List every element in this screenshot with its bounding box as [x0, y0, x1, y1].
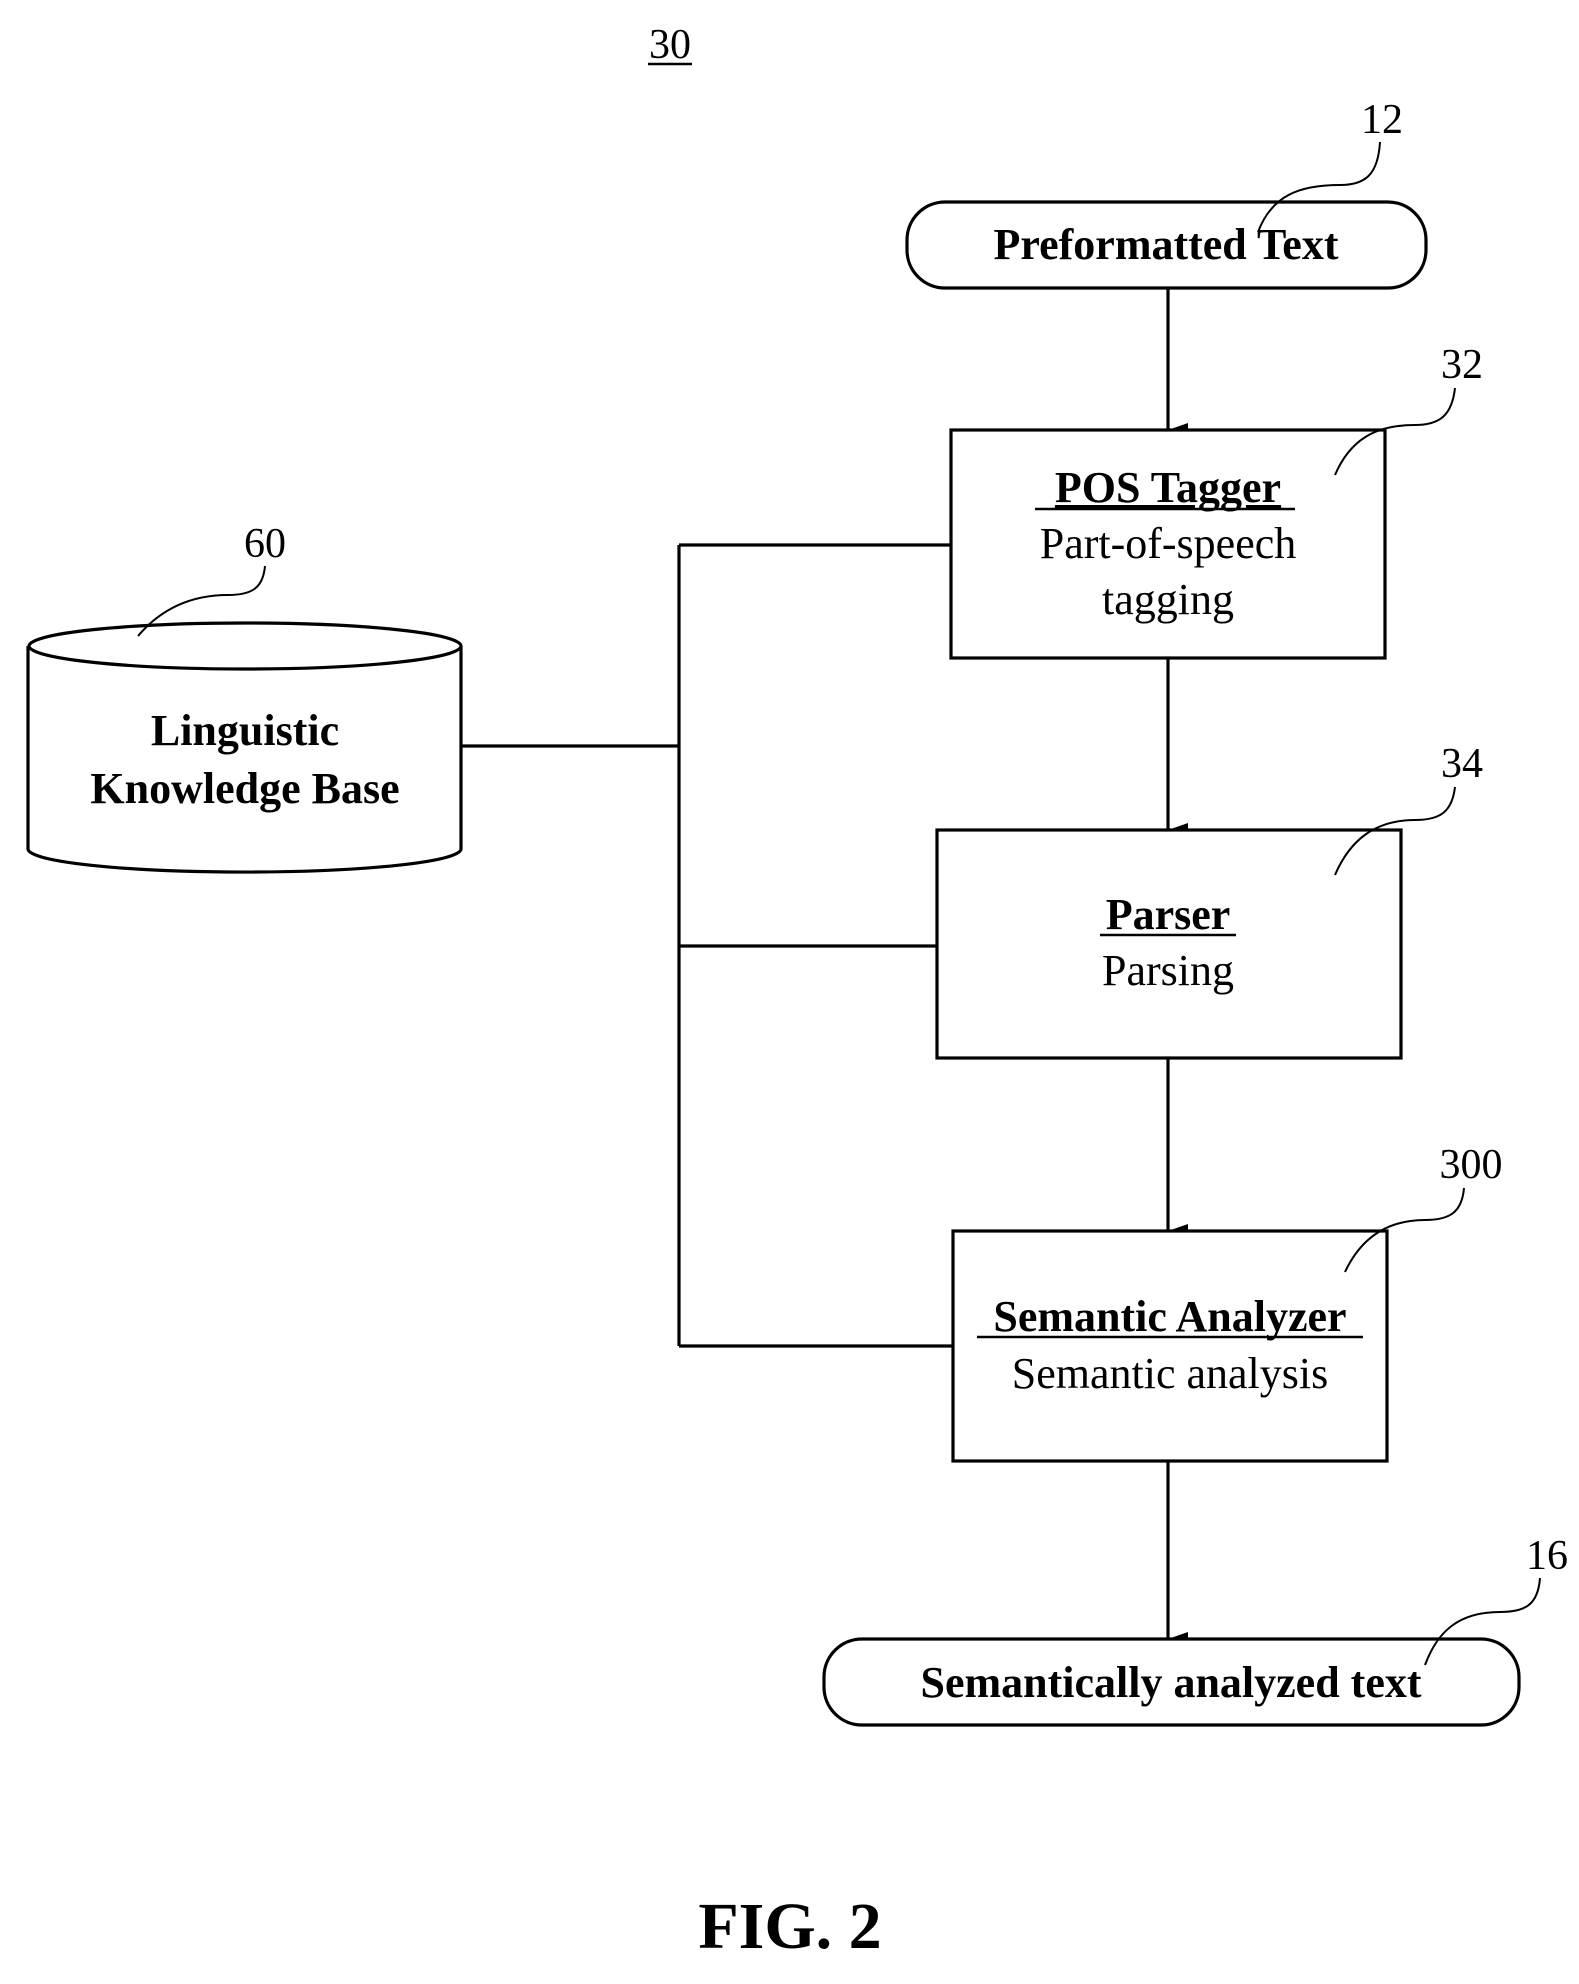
ref-label-34: 34: [1441, 741, 1483, 787]
preformatted-text-label: Preformatted Text: [994, 220, 1339, 269]
node-pos-tagger: POS Tagger Part-of-speech tagging 32: [949, 342, 1483, 660]
output-label: Semantically analyzed text: [920, 1658, 1421, 1707]
parser-title: Parser: [1106, 890, 1231, 939]
diagram-canvas: 30 Preformatted Text 12 POS Tagger Part-…: [26, 22, 1568, 1963]
ref-label-12: 12: [1361, 97, 1403, 143]
semantic-analyzer-box: [951, 1229, 1389, 1463]
node-parser: Parser Parsing 34: [935, 741, 1483, 1060]
ref-label-16: 16: [1526, 1533, 1568, 1579]
figure-ref-number: 30: [649, 22, 691, 68]
node-preformatted-text: Preformatted Text 12: [905, 97, 1428, 290]
node-semantic-analyzer: Semantic Analyzer Semantic analysis 300: [951, 1142, 1503, 1463]
database-cylinder-top: [27, 621, 463, 671]
ref-label-32: 32: [1441, 342, 1483, 388]
database-cylinder-body: [26, 646, 463, 874]
node-semantically-analyzed-text: Semantically analyzed text 16: [822, 1533, 1568, 1727]
ref-label-60: 60: [244, 521, 286, 567]
pos-tagger-line2: tagging: [1102, 575, 1234, 624]
parser-line1: Parsing: [1102, 946, 1234, 995]
knowledge-base-line2: Knowledge Base: [90, 764, 399, 813]
pos-tagger-title: POS Tagger: [1055, 463, 1281, 512]
ref-label-300: 300: [1440, 1142, 1503, 1188]
knowledge-base-line1: Linguistic: [151, 706, 339, 755]
node-knowledge-base: Linguistic Knowledge Base 60: [26, 521, 463, 874]
knowledge-base-bus: [461, 543, 953, 1348]
semantic-analyzer-title: Semantic Analyzer: [993, 1292, 1346, 1341]
parser-box: [935, 828, 1403, 1060]
pos-tagger-line1: Part-of-speech: [1040, 519, 1297, 568]
figure-caption: FIG. 2: [698, 1890, 881, 1963]
semantic-analyzer-line1: Semantic analysis: [1012, 1349, 1329, 1398]
